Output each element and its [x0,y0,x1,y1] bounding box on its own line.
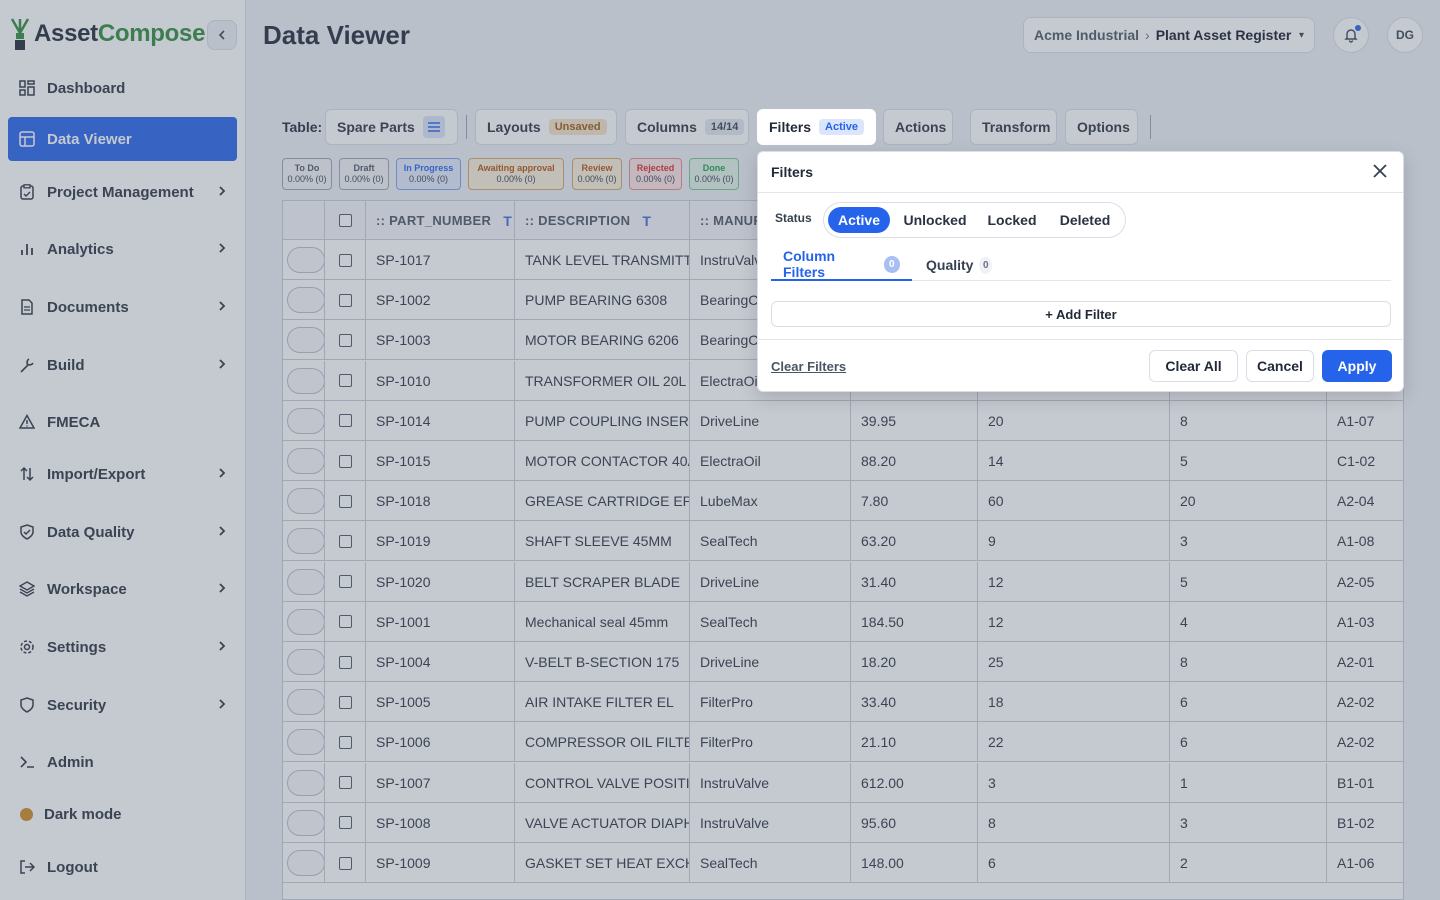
clear-filters-link[interactable]: Clear Filters [771,359,846,374]
filters-dialog: Filters Status Active Unlocked Locked De… [757,151,1404,392]
tab-count-badge: 0 [883,255,900,273]
tab-label: Column Filters [783,248,836,280]
tab-quality[interactable]: Quality 0 [914,249,1004,281]
tab-count-badge: 0 [979,256,992,274]
status-option-unlocked[interactable]: Unlocked [895,207,975,233]
dialog-title: Filters [771,164,814,180]
dialog-header: Filters [758,152,1403,193]
modal-backdrop[interactable] [0,0,1440,900]
active-badge: Active [819,119,865,135]
clear-all-button[interactable]: Clear All [1149,350,1238,382]
status-segmented-control: Active Unlocked Locked Deleted [823,202,1126,238]
add-filter-button[interactable]: + Add Filter [771,301,1391,327]
cancel-button[interactable]: Cancel [1246,350,1314,382]
filters-tab-active[interactable]: Filters Active [757,109,877,145]
tab-column-filters[interactable]: Column Filters 0 [771,248,912,281]
status-option-deleted[interactable]: Deleted [1049,207,1121,233]
dialog-footer: Clear Filters Clear All Cancel Apply [758,339,1403,391]
filters-label: Filters [769,119,812,135]
filter-tabs: Column Filters 0 Quality 0 [771,248,1391,281]
status-option-active[interactable]: Active [828,207,890,233]
status-label: Status [775,211,812,225]
close-icon[interactable] [1371,162,1389,180]
apply-button[interactable]: Apply [1322,350,1392,382]
status-option-locked[interactable]: Locked [979,207,1045,233]
tab-label: Quality [926,257,974,273]
